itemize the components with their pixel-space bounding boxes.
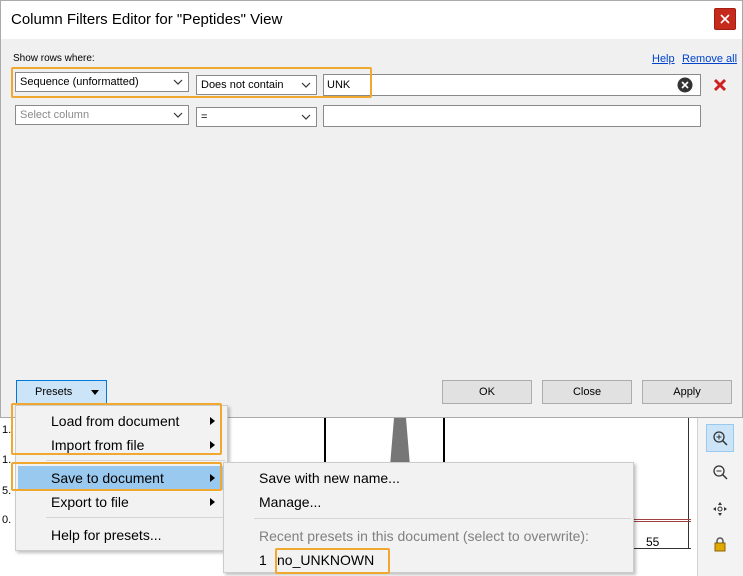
filter-column-combo[interactable]: Select column <box>15 105 189 125</box>
chevron-down-icon <box>301 82 311 88</box>
title-bar: Column Filters Editor for "Peptides" Vie… <box>1 1 742 39</box>
menu-item-label: Save to document <box>51 470 164 486</box>
window-close-button[interactable] <box>714 8 736 30</box>
chart-marker-line <box>443 418 445 468</box>
menu-item-help-for-presets[interactable]: Help for presets... <box>18 523 225 547</box>
recent-preset-name: no_UNKNOWN <box>277 552 375 568</box>
submenu-arrow-icon <box>210 417 215 425</box>
menu-separator <box>46 460 225 461</box>
x-axis <box>633 548 691 549</box>
help-link[interactable]: Help <box>652 53 675 65</box>
lock-button[interactable] <box>706 530 734 558</box>
chart-marker-line <box>324 418 326 468</box>
filter-value-input[interactable] <box>323 105 701 127</box>
close-button[interactable]: Close <box>542 380 632 404</box>
filter-column-combo[interactable]: Sequence (unformatted) <box>15 72 189 92</box>
ok-label: OK <box>479 386 495 398</box>
menu-item-export-to-file[interactable]: Export to file <box>18 490 225 514</box>
zoom-in-icon <box>713 431 728 446</box>
apply-label: Apply <box>673 386 701 398</box>
menu-separator <box>46 517 225 518</box>
submenu-arrow-icon <box>210 474 215 482</box>
pan-icon <box>713 502 727 516</box>
chevron-down-icon <box>173 112 183 118</box>
menu-item-manage[interactable]: Manage... <box>226 490 631 514</box>
filter-operator-value: = <box>201 111 208 123</box>
chart-toolbar <box>697 418 743 576</box>
zoom-in-button[interactable] <box>706 424 734 452</box>
presets-button[interactable]: Presets <box>16 380 107 405</box>
lock-icon <box>714 537 726 552</box>
filter-operator-combo[interactable]: = <box>196 107 317 127</box>
menu-item-import-from-file[interactable]: Import from file <box>18 433 225 457</box>
dialog-title: Column Filters Editor for "Peptides" Vie… <box>11 11 283 28</box>
recent-preset-index: 1 <box>259 552 267 568</box>
save-submenu: Save with new name... Manage... Recent p… <box>223 462 634 573</box>
menu-item-label: Help for presets... <box>51 527 162 543</box>
zoom-out-button[interactable] <box>706 458 734 486</box>
remove-all-link[interactable]: Remove all <box>682 53 737 65</box>
clear-input-button[interactable] <box>677 77 693 93</box>
pan-button[interactable] <box>706 495 734 523</box>
menu-item-save-to-document[interactable]: Save to document <box>18 466 225 490</box>
chart-right-border <box>688 418 689 548</box>
recent-presets-header: Recent presets in this document (select … <box>226 524 631 548</box>
delete-filter-icon[interactable] <box>713 78 727 92</box>
filter-operator-combo[interactable]: Does not contain <box>196 75 317 95</box>
presets-menu: Load from document Import from file Save… <box>15 405 228 551</box>
menu-separator <box>254 518 631 519</box>
close-icon <box>720 14 730 24</box>
submenu-arrow-icon <box>210 498 215 506</box>
chromatogram-peak <box>390 418 410 466</box>
y-tick-label: 1. <box>2 424 12 436</box>
show-rows-label: Show rows where: <box>13 53 95 64</box>
filter-value-text: UNK <box>327 79 351 91</box>
chart-baseline-trace <box>633 519 691 522</box>
presets-label: Presets <box>35 386 73 398</box>
filter-operator-value: Does not contain <box>201 79 284 91</box>
submenu-arrow-icon <box>210 441 215 449</box>
y-tick-label: 5. <box>2 485 12 497</box>
ok-button[interactable]: OK <box>442 380 532 404</box>
y-tick-label: 0. <box>2 514 12 526</box>
menu-item-recent-preset[interactable]: 1 no_UNKNOWN <box>226 548 631 572</box>
menu-item-label: Export to file <box>51 494 129 510</box>
menu-item-label: Recent presets in this document (select … <box>259 528 589 544</box>
dropdown-arrow-icon <box>91 390 99 395</box>
y-tick-label: 1. <box>2 454 12 466</box>
menu-item-label: Import from file <box>51 437 145 453</box>
menu-item-label: Save with new name... <box>259 470 400 486</box>
apply-button[interactable]: Apply <box>642 380 732 404</box>
x-tick-label: 55 <box>646 535 660 549</box>
filter-column-placeholder: Select column <box>20 109 90 121</box>
filter-column-value: Sequence (unformatted) <box>20 76 139 88</box>
column-filters-dialog: Column Filters Editor for "Peptides" Vie… <box>0 0 743 418</box>
zoom-out-icon <box>713 465 728 480</box>
chevron-down-icon <box>301 114 311 120</box>
close-label: Close <box>572 386 602 398</box>
menu-item-label: Manage... <box>259 494 322 510</box>
menu-item-label: Load from document <box>51 413 180 429</box>
filter-value-input[interactable]: UNK <box>323 74 701 96</box>
chevron-down-icon <box>173 79 183 85</box>
menu-item-load-from-document[interactable]: Load from document <box>18 409 225 433</box>
menu-item-save-with-new-name[interactable]: Save with new name... <box>226 466 631 490</box>
